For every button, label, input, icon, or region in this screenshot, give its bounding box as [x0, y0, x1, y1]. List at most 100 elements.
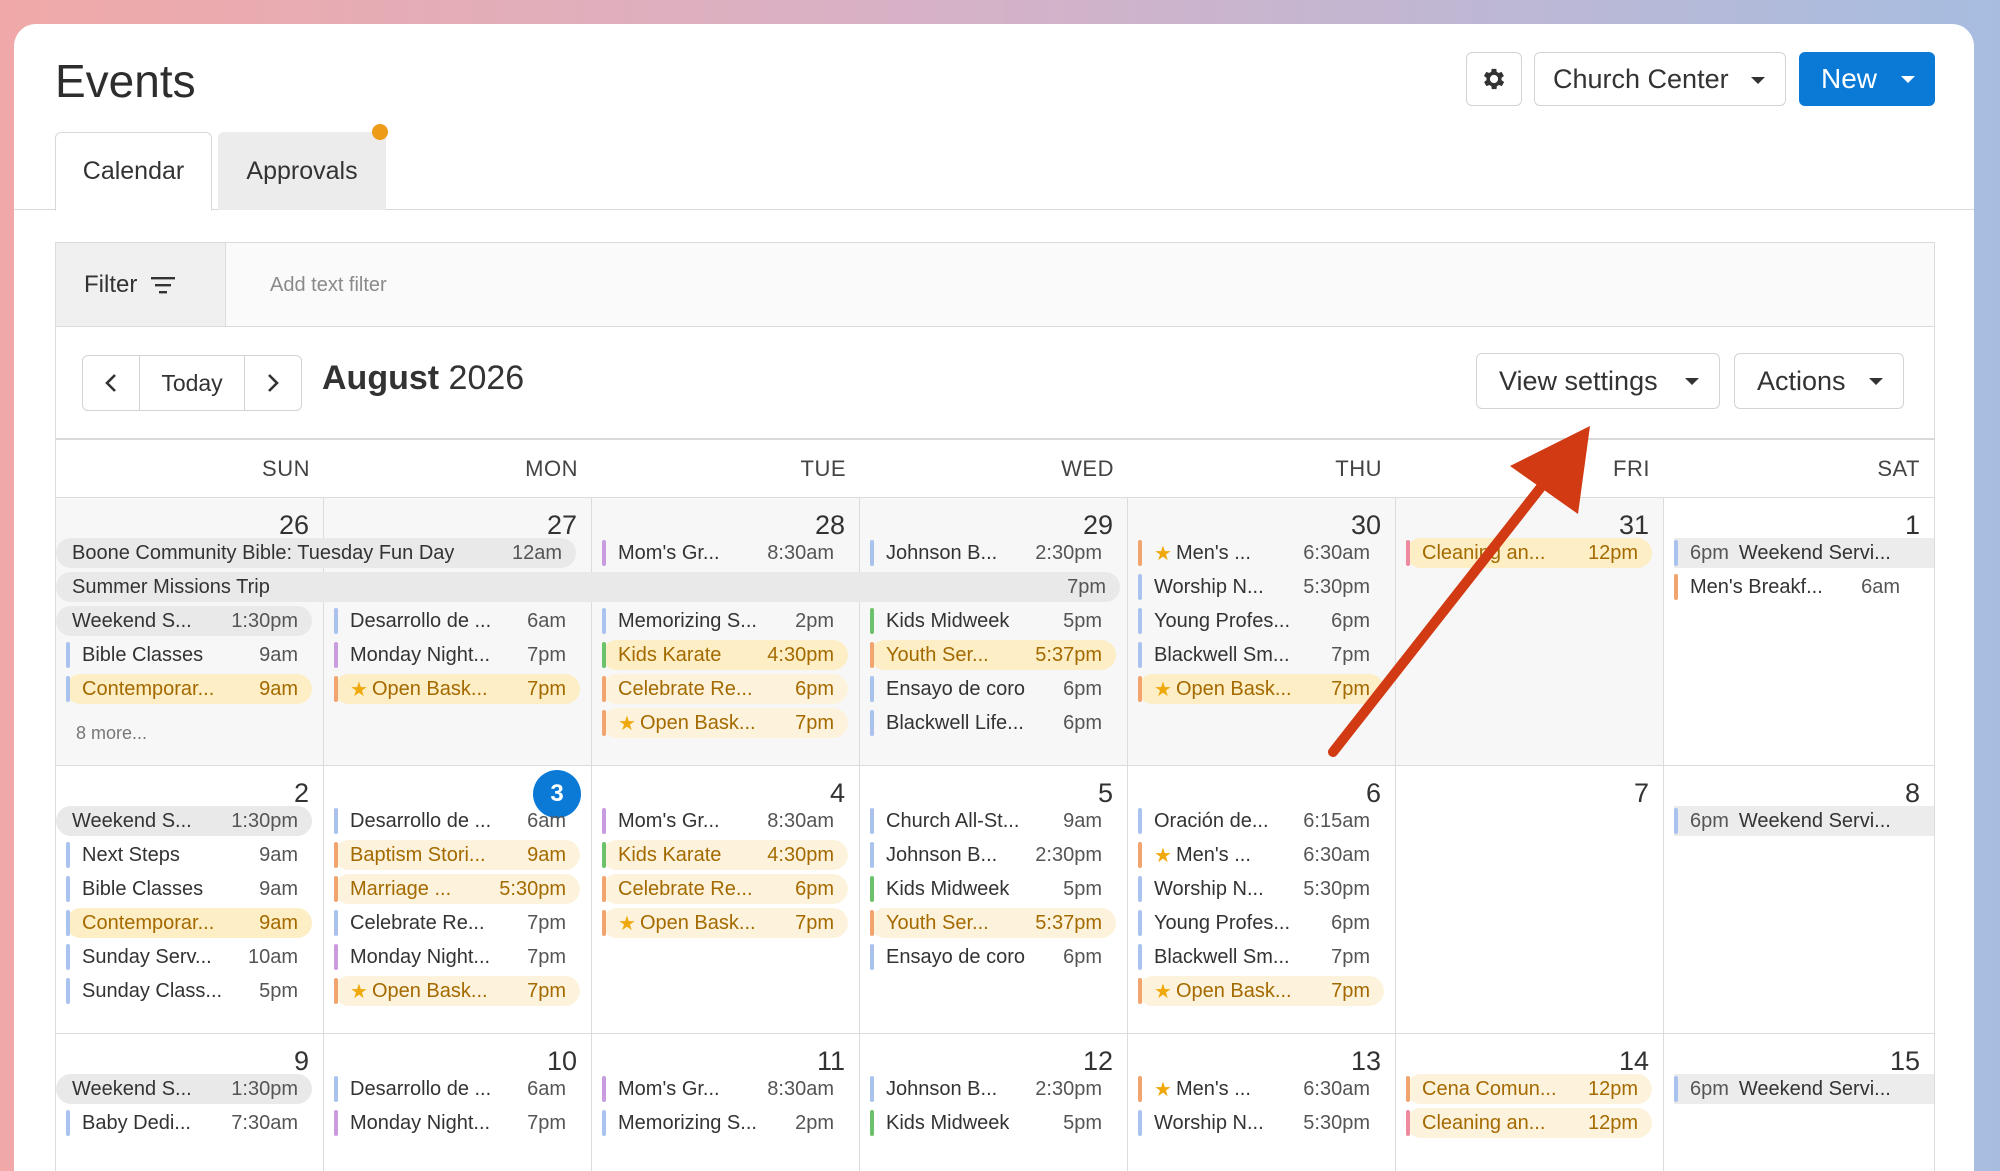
- event-item[interactable]: Celebrate Re... 6pm: [602, 874, 848, 904]
- event-item[interactable]: ★ Open Bask... 7pm: [602, 908, 848, 938]
- event-item[interactable]: Johnson B... 2:30pm: [870, 840, 1116, 870]
- day-cell[interactable]: 7: [1396, 766, 1664, 1033]
- event-time: 7:30am: [231, 1112, 298, 1134]
- event-item[interactable]: Contemporar... 9am: [66, 674, 312, 704]
- next-month-button[interactable]: [245, 356, 301, 410]
- event-item[interactable]: Sunday Class... 5pm: [66, 976, 312, 1006]
- event-item[interactable]: Kids Midweek 5pm: [870, 1108, 1116, 1138]
- event-item[interactable]: Ensayo de coro 6pm: [870, 942, 1116, 972]
- event-item[interactable]: Desarrollo de ... 6am: [334, 806, 580, 836]
- event-item[interactable]: Sunday Serv... 10am: [66, 942, 312, 972]
- event-name: Memorizing S...: [618, 609, 757, 632]
- event-item[interactable]: Oración de... 6:15am: [1138, 806, 1384, 836]
- event-item[interactable]: ★ Open Bask... 7pm: [334, 976, 580, 1006]
- event-item[interactable]: Memorizing S... 2pm: [602, 606, 848, 636]
- star-icon: ★: [350, 678, 368, 701]
- day-number: 26: [278, 510, 309, 540]
- event-item[interactable]: Ensayo de coro 6pm: [870, 674, 1116, 704]
- filter-button[interactable]: Filter: [56, 243, 226, 327]
- event-time: 5:37pm: [1035, 912, 1102, 934]
- more-events-link[interactable]: 8 more...: [76, 723, 147, 744]
- star-icon: ★: [618, 712, 636, 735]
- actions-button[interactable]: Actions: [1734, 353, 1904, 409]
- event-name: Youth Ser...: [886, 911, 989, 934]
- event-span[interactable]: Summer Missions Trip 7pm: [56, 572, 1120, 602]
- event-item[interactable]: Desarrollo de ... 6am: [334, 606, 580, 636]
- event-item[interactable]: Baptism Stori... 9am: [334, 840, 580, 870]
- event-item[interactable]: ★ Open Bask... 7pm: [1138, 674, 1384, 704]
- event-span[interactable]: Boone Community Bible: Tuesday Fun Day 12…: [56, 538, 576, 568]
- event-item[interactable]: Cleaning an... 12pm: [1406, 538, 1652, 568]
- event-item[interactable]: Baby Dedi... 7:30am: [66, 1108, 312, 1138]
- event-item[interactable]: 6pm Weekend Servi...: [1674, 538, 1934, 568]
- event-time: 6pm: [1690, 1077, 1729, 1100]
- new-button[interactable]: New: [1799, 52, 1935, 106]
- event-item[interactable]: Contemporar... 9am: [66, 908, 312, 938]
- chevron-down-icon: [1869, 378, 1883, 385]
- event-item[interactable]: Celebrate Re... 7pm: [334, 908, 580, 938]
- event-item[interactable]: Next Steps 9am: [66, 840, 312, 870]
- event-item[interactable]: Blackwell Life... 6pm: [870, 708, 1116, 738]
- tab-approvals[interactable]: Approvals: [218, 132, 386, 210]
- event-item[interactable]: Youth Ser... 5:37pm: [870, 640, 1116, 670]
- event-item[interactable]: Kids Karate 4:30pm: [602, 840, 848, 870]
- event-item[interactable]: Worship N... 5:30pm: [1138, 874, 1384, 904]
- event-item[interactable]: Blackwell Sm... 7pm: [1138, 942, 1384, 972]
- event-item[interactable]: ★ Men's ... 6:30am: [1138, 840, 1384, 870]
- event-item[interactable]: 6pm Weekend Servi...: [1674, 806, 1934, 836]
- event-time: 5:30pm: [1303, 1112, 1370, 1134]
- event-item[interactable]: Mom's Gr... 8:30am: [602, 1074, 848, 1104]
- event-item[interactable]: Monday Night... 7pm: [334, 640, 580, 670]
- event-item[interactable]: Johnson B... 2:30pm: [870, 1074, 1116, 1104]
- event-item[interactable]: Memorizing S... 2pm: [602, 1108, 848, 1138]
- event-item[interactable]: Mom's Gr... 8:30am: [602, 538, 848, 568]
- event-item[interactable]: Celebrate Re... 6pm: [602, 674, 848, 704]
- event-item[interactable]: Bible Classes 9am: [66, 874, 312, 904]
- event-item[interactable]: Mom's Gr... 8:30am: [602, 806, 848, 836]
- event-item[interactable]: Weekend S... 1:30pm: [56, 606, 312, 636]
- view-settings-button[interactable]: View settings: [1476, 353, 1720, 409]
- event-item[interactable]: Weekend S... 1:30pm: [56, 1074, 312, 1104]
- event-item[interactable]: Youth Ser... 5:37pm: [870, 908, 1116, 938]
- event-time: 2:30pm: [1035, 542, 1102, 564]
- event-item[interactable]: Young Profes... 6pm: [1138, 908, 1384, 938]
- previous-month-button[interactable]: [83, 356, 139, 410]
- event-name: Contemporar...: [82, 911, 215, 934]
- event-item[interactable]: ★ Open Bask... 7pm: [334, 674, 580, 704]
- event-item[interactable]: Desarrollo de ... 6am: [334, 1074, 580, 1104]
- event-time: 5pm: [1063, 610, 1102, 632]
- event-item[interactable]: Kids Midweek 5pm: [870, 874, 1116, 904]
- tab-calendar[interactable]: Calendar: [55, 132, 212, 211]
- event-item[interactable]: Bible Classes 9am: [66, 640, 312, 670]
- event-time: 6:30am: [1303, 844, 1370, 866]
- church-center-dropdown[interactable]: Church Center: [1534, 52, 1786, 106]
- filter-bar: Filter: [55, 242, 1935, 327]
- event-item[interactable]: Monday Night... 7pm: [334, 1108, 580, 1138]
- event-item[interactable]: Worship N... 5:30pm: [1138, 572, 1384, 602]
- settings-button[interactable]: [1466, 52, 1522, 106]
- event-item[interactable]: ★ Men's ... 6:30am: [1138, 538, 1384, 568]
- event-item[interactable]: Church All-St... 9am: [870, 806, 1116, 836]
- event-time: 6pm: [1063, 946, 1102, 968]
- event-item[interactable]: Men's Breakf... 6am: [1674, 572, 1924, 602]
- text-filter-input[interactable]: [234, 243, 1934, 327]
- event-time: 5:30pm: [1303, 576, 1370, 598]
- event-item[interactable]: ★ Open Bask... 7pm: [1138, 976, 1384, 1006]
- event-item[interactable]: Johnson B... 2:30pm: [870, 538, 1116, 568]
- event-name: Open Bask...: [371, 677, 488, 700]
- event-item[interactable]: ★ Open Bask... 7pm: [602, 708, 848, 738]
- event-item[interactable]: Blackwell Sm... 7pm: [1138, 640, 1384, 670]
- today-button[interactable]: Today: [139, 356, 245, 410]
- event-item[interactable]: Worship N... 5:30pm: [1138, 1108, 1384, 1138]
- event-item[interactable]: Kids Karate 4:30pm: [602, 640, 848, 670]
- event-item[interactable]: Cleaning an... 12pm: [1406, 1108, 1652, 1138]
- event-item[interactable]: Monday Night... 7pm: [334, 942, 580, 972]
- event-item[interactable]: Young Profes... 6pm: [1138, 606, 1384, 636]
- event-item[interactable]: ★ Men's ... 6:30am: [1138, 1074, 1384, 1104]
- event-item[interactable]: Marriage ... 5:30pm: [334, 874, 580, 904]
- event-item[interactable]: Weekend S... 1:30pm: [56, 806, 312, 836]
- event-item[interactable]: Cena Comun... 12pm: [1406, 1074, 1652, 1104]
- event-item[interactable]: 6pm Weekend Servi...: [1674, 1074, 1934, 1104]
- event-time: 7pm: [527, 678, 566, 700]
- event-item[interactable]: Kids Midweek 5pm: [870, 606, 1116, 636]
